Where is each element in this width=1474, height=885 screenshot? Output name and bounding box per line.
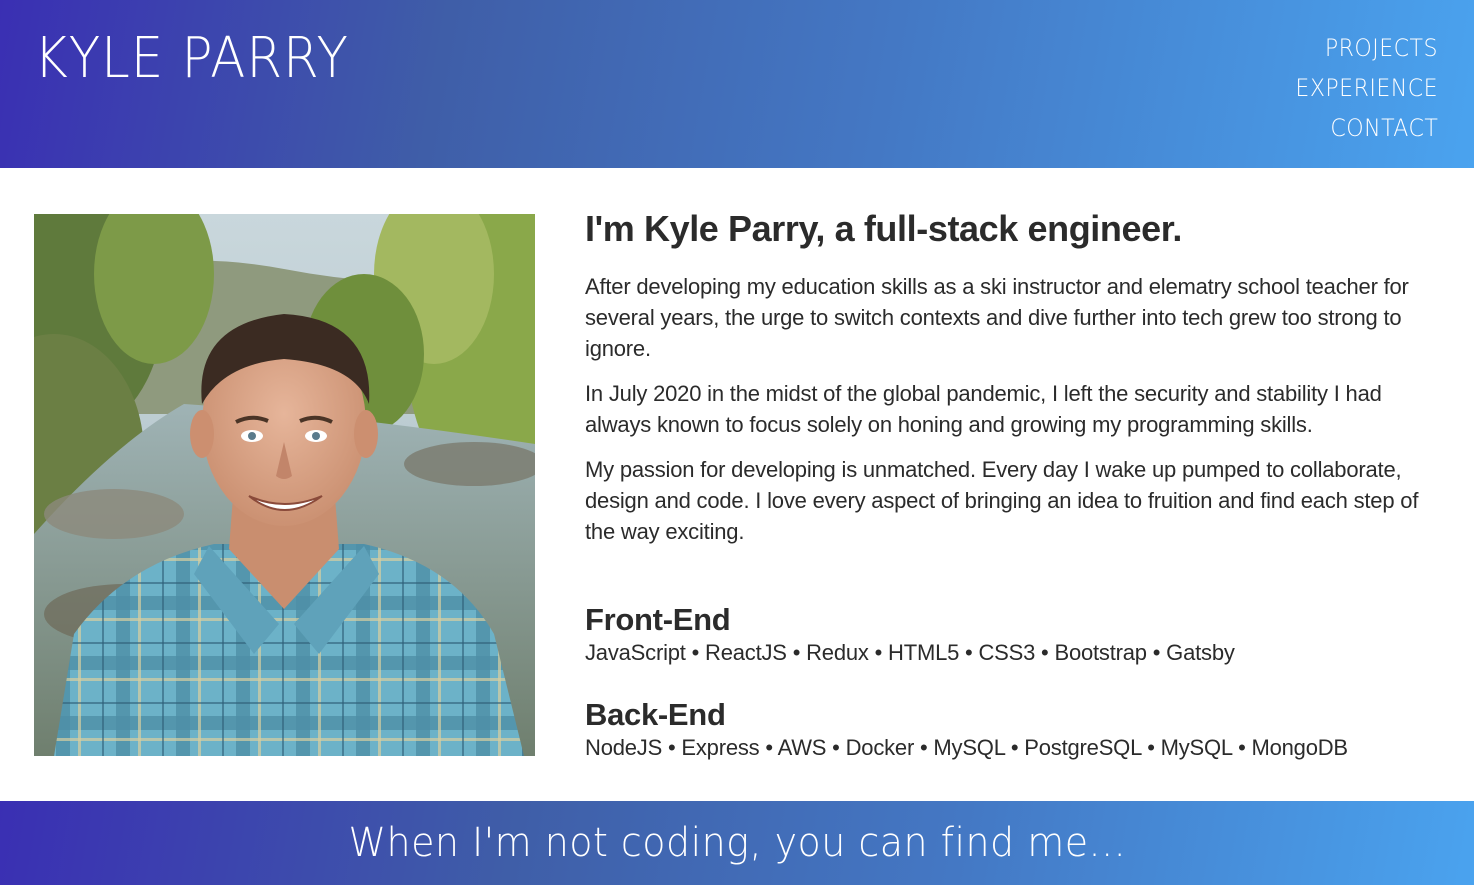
about-paragraph-3: My passion for developing is unmatched. …: [585, 457, 1419, 544]
frontend-skill-list: JavaScript • ReactJS • Redux • HTML5 • C…: [585, 640, 1235, 665]
site-header: KYLE PARRY PROJECTS EXPERIENCE CONTACT: [0, 0, 1474, 168]
hobbies-banner: When I'm not coding, you can find me...: [0, 801, 1474, 885]
backend-skills: Back-End NodeJS • Express • AWS • Docker…: [585, 697, 1348, 763]
backend-title: Back-End: [585, 697, 726, 732]
nav-link-experience[interactable]: EXPERIENCE: [1295, 68, 1438, 108]
frontend-title: Front-End: [585, 602, 731, 637]
site-logo[interactable]: KYLE PARRY: [34, 26, 349, 91]
nav-link-contact[interactable]: CONTACT: [1330, 108, 1438, 148]
about-headline: I'm Kyle Parry, a full-stack engineer.: [585, 208, 1182, 249]
main-nav: PROJECTS EXPERIENCE CONTACT: [1283, 28, 1438, 148]
about-paragraph-2: In July 2020 in the midst of the global …: [585, 381, 1382, 437]
profile-photo: [34, 214, 535, 756]
frontend-skills: Front-End JavaScript • ReactJS • Redux •…: [585, 602, 1235, 668]
about-paragraph-1: After developing my education skills as …: [585, 274, 1409, 361]
nav-link-projects[interactable]: PROJECTS: [1325, 28, 1438, 68]
backend-skill-list: NodeJS • Express • AWS • Docker • MySQL …: [585, 735, 1348, 760]
about-section: I'm Kyle Parry, a full-stack engineer. A…: [585, 205, 1445, 547]
hobbies-banner-text: When I'm not coding, you can find me...: [348, 820, 1126, 866]
